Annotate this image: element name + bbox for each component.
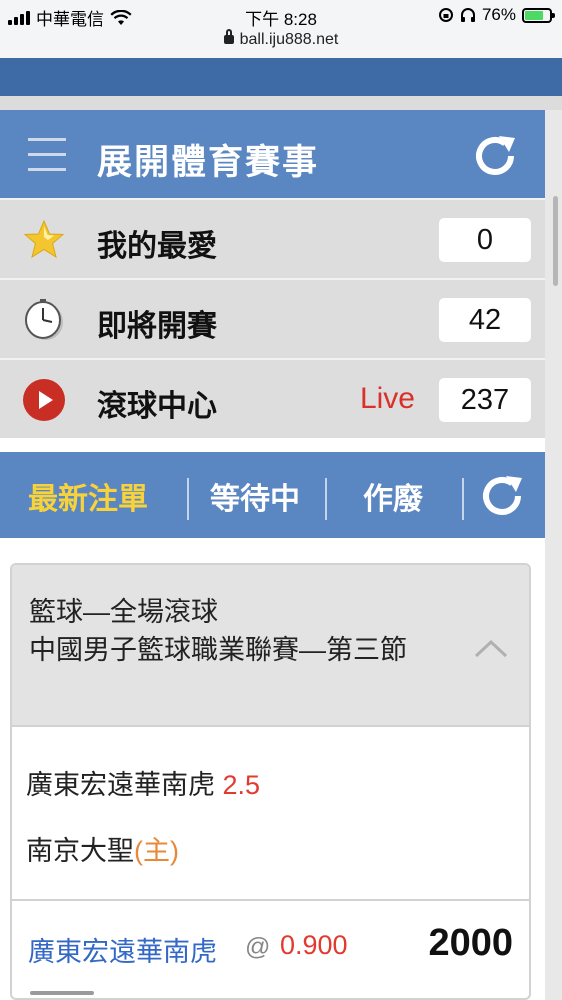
team-name: 南京大聖 [26, 836, 134, 866]
battery-level [525, 10, 544, 20]
status-icons: 76% [438, 5, 555, 25]
top-nav-band [0, 58, 562, 96]
menu-item-favorites[interactable]: 我的最愛 0 [0, 198, 545, 278]
menu-item-count: 0 [439, 218, 531, 262]
tab-divider [325, 478, 327, 520]
team-row-home: 南京大聖(主) [26, 829, 179, 868]
tab-latest-bets[interactable]: 最新注單 [28, 474, 148, 518]
tab-void[interactable]: 作廢 [363, 474, 423, 518]
team-row-away: 廣東宏遠華南虎 2.5 [26, 763, 260, 802]
horizontal-scroll-indicator [30, 991, 94, 995]
address-bar[interactable]: ball.iju888.net [0, 29, 562, 49]
bet-tabs: 最新注單 等待中 作廢 [0, 452, 545, 538]
home-tag: (主) [134, 836, 179, 866]
star-icon [23, 219, 65, 259]
hamburger-menu-icon[interactable] [28, 138, 66, 172]
refresh-icon[interactable] [471, 132, 519, 180]
chevron-up-icon[interactable] [473, 637, 509, 659]
section-gap [0, 96, 562, 110]
status-bar: 中華電信 下午 8:28 ball.iju888.net 76% [0, 0, 562, 58]
bet-odds: 0.900 [280, 930, 348, 960]
play-icon [23, 379, 65, 421]
page-title: 展開體育賽事 [97, 143, 320, 182]
at-sign: @ [245, 933, 271, 961]
menu-item-count: 42 [439, 298, 531, 342]
tab-divider [462, 478, 464, 520]
scrollbar-thumb[interactable] [553, 196, 558, 286]
team-name: 廣東宏遠華南虎 [26, 770, 215, 800]
live-badge: Live [359, 382, 415, 415]
menu-item-label: 我的最愛 [97, 230, 217, 263]
rotation-lock-icon [438, 8, 453, 22]
menu-item-upcoming[interactable]: 即將開賽 42 [0, 278, 545, 358]
headphones-icon [460, 8, 475, 22]
menu-item-count: 237 [439, 378, 531, 422]
bet-card: 籃球—全場滾球 中國男子籃球職業聯賽—第三節 廣東宏遠華南虎 2.5 南京大聖(… [10, 563, 531, 1000]
bet-pick: 廣東宏遠華南虎 [28, 937, 217, 967]
tab-divider [187, 478, 189, 520]
refresh-icon[interactable] [478, 472, 526, 520]
sports-panel: 展開體育賽事 我的最愛 0 即將開賽 42 滾球中心 Live 237 [0, 110, 545, 438]
clock-icon [25, 299, 63, 340]
menu-item-label: 即將開賽 [97, 310, 217, 343]
handicap-value: 2.5 [222, 770, 261, 800]
lock-icon [223, 29, 234, 44]
battery-percent: 76% [481, 5, 516, 24]
bet-stake: 2000 [428, 922, 513, 964]
panel-header: 展開體育賽事 [0, 110, 545, 198]
divider [12, 899, 529, 901]
url-text: ball.iju888.net [239, 31, 339, 48]
menu-item-label: 滾球中心 [97, 390, 217, 423]
battery-icon [522, 7, 555, 23]
bet-card-header[interactable]: 籃球—全場滾球 中國男子籃球職業聯賽—第三節 [12, 565, 529, 727]
tab-pending[interactable]: 等待中 [210, 474, 300, 518]
menu-item-live[interactable]: 滾球中心 Live 237 [0, 358, 545, 438]
bet-market: 籃球—全場滾球 [29, 597, 218, 627]
league-name: 中國男子籃球職業聯賽—第三節 [29, 635, 407, 665]
